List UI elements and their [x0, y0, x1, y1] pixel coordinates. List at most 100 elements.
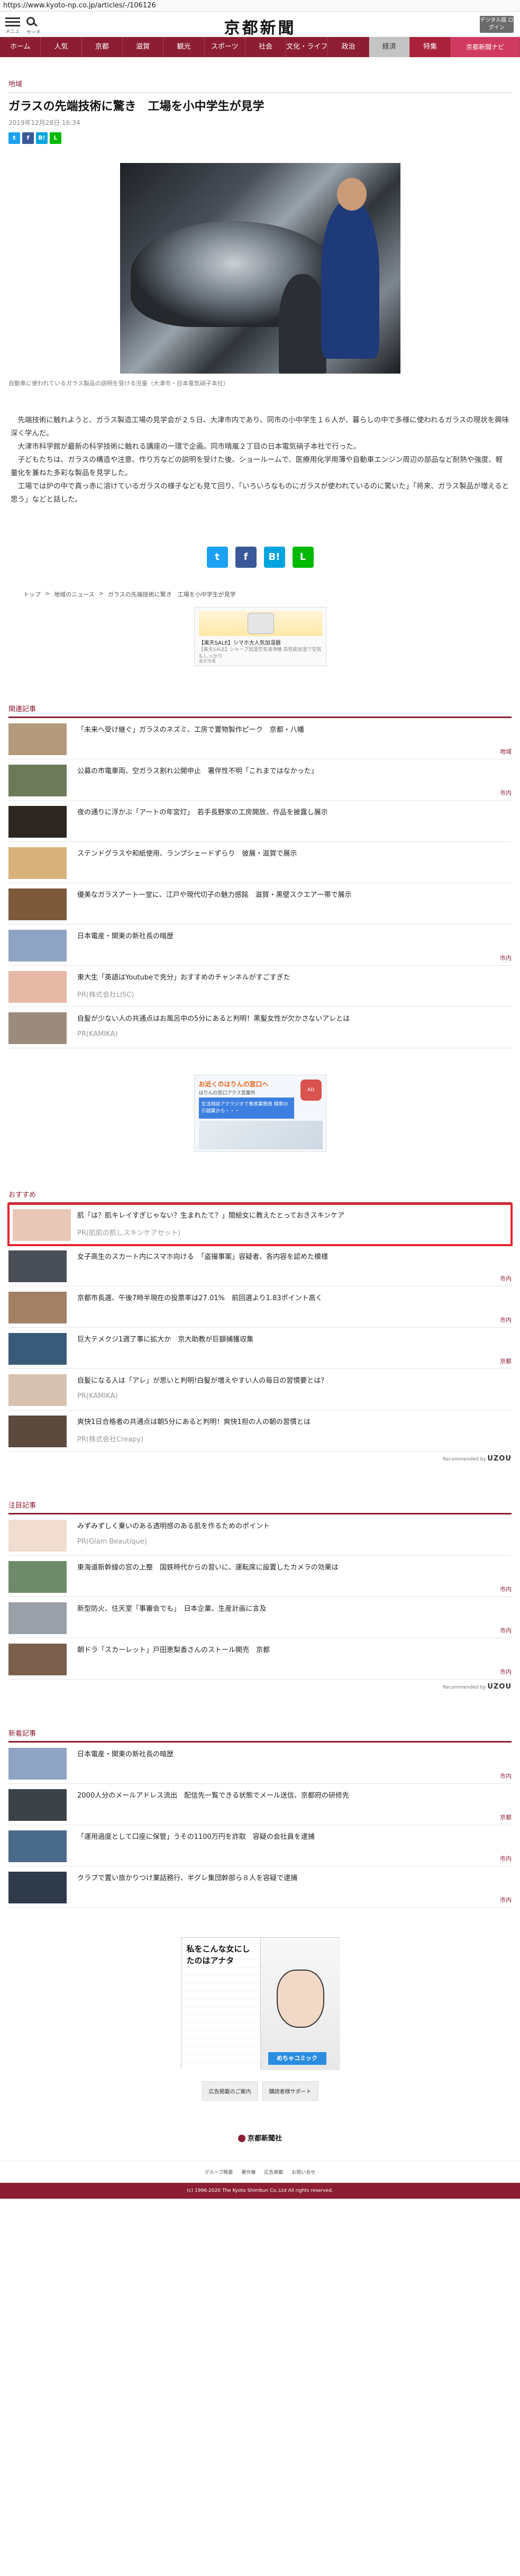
list-item[interactable]: 東大生「英語はYoutubeで充分」おすすめのチャンネルがすごすぎた PR(株式会… — [8, 966, 512, 1007]
article-category[interactable]: 地域 — [8, 78, 512, 93]
ad-brand: めちゃコミック — [268, 2052, 326, 2065]
footer-link[interactable]: グループ概要 — [205, 2169, 233, 2175]
menu-button[interactable]: メニュー — [5, 16, 20, 41]
list-item[interactable]: 東海道新幹線の窓の上整 国鉄時代からの習いに、運転席に設置したカメラの効果は 市内 — [8, 1556, 512, 1597]
nav-item-tourism[interactable]: 観光 — [163, 37, 205, 57]
air-purifier-icon — [247, 612, 274, 634]
ad-sponsor: 楽天市場 — [198, 658, 216, 664]
item-tag: 京都 — [500, 1357, 512, 1365]
nav-item-navi[interactable]: 京都新聞ナビ — [451, 37, 520, 57]
list-item[interactable]: 自髪が少ない人の共通点はお風呂中の5分にあると判明！黒髪女性が欠かさないアレとは… — [8, 1007, 512, 1048]
ad-banner-bottom[interactable]: 私をこんな女にしたのはアナタ めちゃコミック — [180, 1937, 340, 2070]
nav-item-popular[interactable]: 人気 — [41, 37, 82, 57]
item-title: 夜の通りに浮かぶ「アートの年宮灯」 若手長野家の工房開放、作品を披露し展示 — [77, 808, 328, 817]
ad-blue-box: 生活相談アクラジオで事故業務員 検索の引越業から・・・ — [198, 1097, 294, 1119]
item-tag: 市内 — [500, 1896, 512, 1903]
popular-powered[interactable]: Recommended by UZOU — [8, 1683, 512, 1691]
thumbnail — [8, 1415, 67, 1447]
list-item[interactable]: 「未来へ受け継ぐ」ガラスのネズミ、工房で置物製作ピーク 京都・八幡 地域 — [8, 718, 512, 759]
article-photo[interactable] — [120, 162, 400, 374]
list-item[interactable]: 朝ドラ「スカーレット」戸田恵梨香さんのストール開売 京都市内 — [8, 1638, 512, 1680]
article-title: ガラスの先端技術に驚き 工場を小中学生が見学 — [8, 100, 264, 113]
list-item[interactable]: 夜の通りに浮かぶ「アートの年宮灯」 若手長野家の工房開放、作品を披露し展示 — [8, 801, 512, 842]
browser-url-bar[interactable]: https://www.kyoto-np.co.jp/articles/-/10… — [0, 0, 520, 12]
list-item[interactable]: 優美なガラスアート一堂に、江戸や現代切子の魅力感銘 滋賀・黒壁スクエア一帯で展示 — [8, 883, 512, 924]
footer-link[interactable]: 著作権 — [241, 2169, 256, 2175]
related-list: 「未来へ受け継ぐ」ガラスのネズミ、工房で置物製作ピーク 京都・八幡 地域 公募の市… — [8, 718, 512, 1048]
article-paragraph: 子どもたちは、ガラスの構造や注意、作り方などの説明を受けた後、ショールームで、医… — [11, 455, 503, 477]
footer-link[interactable]: 広告掲載 — [264, 2169, 283, 2175]
popular-heading: 注目記事 — [8, 1500, 512, 1514]
thumbnail — [8, 1871, 67, 1903]
copyright: (c) 1996-2020 The Kyoto Shimbun Co.,Ltd … — [0, 2182, 520, 2199]
thumbnail — [8, 1374, 67, 1406]
list-item[interactable]: 自髪になる人は「アレ」が思いと判明!白髪が増えやすい人の毎日の習慣要とは？ PR(… — [8, 1369, 512, 1410]
footer-link[interactable]: お問い合せ — [291, 2169, 315, 2175]
nav-item-shiga[interactable]: 滋賀 — [123, 37, 164, 57]
twitter-share-icon[interactable]: t — [206, 546, 228, 568]
nav-item-politics[interactable]: 政治 — [328, 37, 369, 57]
list-item[interactable]: 女子高生のスカート内にスマホ向ける 「盗撮事案」容疑者、各内容を認めた模様 市内 — [8, 1245, 512, 1286]
list-item[interactable]: 日本電産・関東の新社長の暗歴 市内 — [8, 924, 512, 966]
hatena-share-icon[interactable]: B! — [263, 546, 285, 568]
list-item[interactable]: みずみずしく乗いのある透明感のある肌を作るためのポイント PR(Glam Beau… — [8, 1514, 512, 1556]
nav-item-feature[interactable]: 特集 — [409, 37, 451, 57]
item-title: 「未来へ受け継ぐ」ガラスのネズミ、工房で置物製作ピーク 京都・八幡 — [77, 725, 304, 734]
item-tag: 市内 — [500, 1585, 512, 1593]
list-item[interactable]: クラブで置い旅かりつけ業話務行、半グレ集団幹部ら８人を容疑で逮捕 市内 — [8, 1866, 512, 1908]
thumbnail — [8, 1561, 67, 1593]
breadcrumb-section[interactable]: 地域のニュース — [54, 590, 94, 598]
article-paragraph: 先端技術に触れようと、ガラス製造工場の見学会が２５日、大津市内であり、同市の小中… — [11, 415, 509, 438]
line-share-icon[interactable]: L — [292, 546, 314, 568]
item-title: 朝ドラ「スカーレット」戸田恵梨香さんのストール開売 京都 — [77, 1646, 270, 1654]
list-item[interactable]: 京都市長選、午後7時半現在の投票率は27.01% 前回選より1.83ポイント高く… — [8, 1286, 512, 1328]
list-item[interactable]: ステンドグラスや和紙使用、ランプシェードずらり 彼展・滋賀で展示 — [8, 842, 512, 883]
subscriber-support-button[interactable]: 購読者様サポート — [262, 2081, 318, 2101]
ad-info-button[interactable]: 広告掲載のご案内 — [202, 2081, 258, 2101]
ad-icon: AD — [300, 1079, 322, 1101]
nav-item-sports[interactable]: スポーツ — [205, 37, 245, 57]
footer-links: グループ概要 著作権 広告掲載 お問い合せ — [0, 2160, 520, 2183]
list-item[interactable]: 新型防火、住天室「事審会でも」 日本企業、生産計画に言及 市内 — [8, 1597, 512, 1638]
nav-item-culture[interactable]: 文化・ライフ — [286, 37, 329, 57]
digital-login-button[interactable]: デジタル版 ログイン — [480, 16, 514, 33]
ad-banner-mid[interactable]: お近くのはりんの窓口へ はりんの窓口アクス営業所 生活相談アクラジオで事故業務員… — [194, 1074, 326, 1152]
nav-item-kyoto[interactable]: 京都 — [82, 37, 123, 57]
list-item[interactable]: 爽快1日合格者の共通点は朝5分にあると判明！爽快1担の人の朝の習慣とは PR(株式… — [8, 1410, 512, 1452]
line-share-icon[interactable]: L — [50, 132, 61, 144]
twitter-share-icon[interactable]: t — [8, 132, 20, 144]
thumbnail — [8, 1250, 67, 1282]
item-title: 日本電産・関東の新社長の暗歴 — [77, 1750, 174, 1758]
item-title: 「運用過度として口座に保管」うその1100万円を詐取 容疑の会社員を逮捕 — [77, 1833, 315, 1841]
hatena-share-icon[interactable]: B! — [36, 132, 48, 144]
item-title: 自髪になる人は「アレ」が思いと判明!白髪が増えやすい人の毎日の習慣要とは？ — [77, 1376, 328, 1385]
facebook-share-icon[interactable]: f — [235, 546, 257, 568]
item-title: 爽快1日合格者の共通点は朝5分にあると判明！爽快1担の人の朝の習慣とは — [77, 1418, 311, 1426]
footer-logo[interactable]: 京都新聞社 — [0, 2133, 520, 2143]
list-item[interactable]: 2000人分のメールアドレス流出 配信先一覧できる状態でメール送信、京都府の研修… — [8, 1784, 512, 1825]
ad-banner-top[interactable]: 【楽天SALE】シマホ大人気加湿器 【楽天SALE】シャープ加湿空気清浄機 高性… — [194, 606, 326, 666]
list-item[interactable]: 日本電産・関東の新社長の暗歴 市内 — [8, 1743, 512, 1784]
nav-item-economy[interactable]: 経済 — [369, 37, 410, 57]
thumbnail — [8, 970, 67, 1003]
list-item-highlighted[interactable]: 肌「は？肌キレイすぎじゃない？生まれたて？」間絵女に教えたとっておきスキンケア P… — [7, 1202, 513, 1246]
site-logo[interactable]: 京都新聞 — [224, 15, 296, 38]
item-tag: 市内 — [500, 1668, 512, 1675]
thumbnail — [13, 1209, 71, 1241]
item-tag: 市内 — [500, 789, 512, 796]
nav-item-society[interactable]: 社会 — [245, 37, 287, 57]
item-pr: PR(株式会社LISC) — [77, 991, 134, 999]
list-item[interactable]: 巨大テメクジ1週了事に拡大か 京大助教が巨額捕獲収集 京都 — [8, 1328, 512, 1369]
facebook-share-icon[interactable]: f — [22, 132, 34, 144]
list-item[interactable]: 「運用過度として口座に保管」うその1100万円を詐取 容疑の会社員を逮捕 市内 — [8, 1825, 512, 1866]
item-title: 新型防火、住天室「事審会でも」 日本企業、生産計画に言及 — [77, 1604, 267, 1613]
breadcrumb: トップ > 地域のニュース > ガラスの先端技術に驚き 工場を小中学生が見学 — [23, 589, 236, 598]
breadcrumb-home[interactable]: トップ — [23, 590, 41, 598]
search-button[interactable]: サーチ — [26, 17, 41, 35]
company-logo-icon — [238, 2135, 245, 2143]
main-nav: ホーム 人気 京都 滋賀 観光 スポーツ 社会 文化・ライフ 政治 経済 特集 … — [0, 37, 520, 57]
list-item[interactable]: 公募の市電車両、空ガラス割れ公開申止 署伴性不明「これまではなかった」 市内 — [8, 759, 512, 801]
item-pr: PR(株式会社Creapy) — [77, 1435, 144, 1444]
recommend-powered[interactable]: Recommended by UZOU — [8, 1455, 512, 1463]
site-header: メニュー サーチ 京都新聞 デジタル版 ログイン — [0, 12, 520, 41]
